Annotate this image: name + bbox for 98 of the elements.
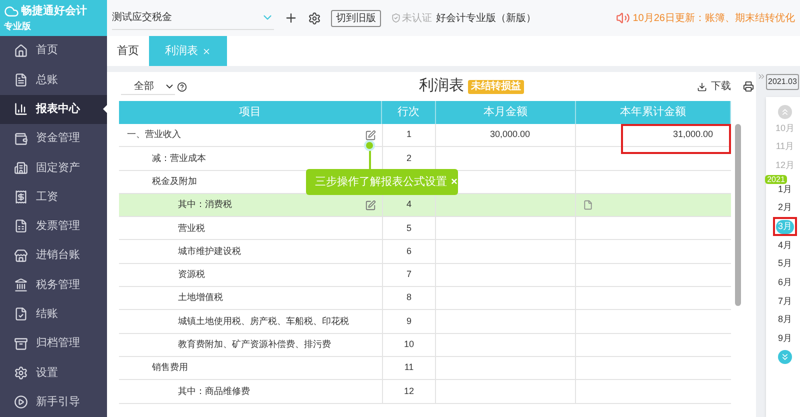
table-row[interactable]: 销售费用 11 xyxy=(119,356,731,380)
month-item[interactable]: 8月 xyxy=(773,310,797,330)
certification-status: 未认证 xyxy=(402,12,432,26)
sidebar-item[interactable]: 报表中心 xyxy=(0,94,107,124)
edition-label: 专业版 xyxy=(4,20,32,32)
month-item[interactable]: 6月 xyxy=(773,274,797,292)
year-badge: 2021 xyxy=(765,175,787,184)
line-number: 5 xyxy=(406,222,412,235)
sidebar-item[interactable]: 资金管理 xyxy=(0,124,107,154)
item-label: 城市维护建设税 xyxy=(177,244,241,258)
menu-icon xyxy=(14,190,28,204)
item-label: 城镇土地使用税、房产税、车船税、印花税 xyxy=(177,314,349,328)
speaker-icon xyxy=(616,11,630,25)
table-row[interactable]: 城镇土地使用税、房产税、车船税、印花税 9 xyxy=(119,310,731,334)
item-label: 土地增值税 xyxy=(177,291,223,304)
item-label: 减：营业成本 xyxy=(151,152,206,165)
sidebar-item[interactable]: 工资 xyxy=(0,182,107,212)
menu-icon xyxy=(14,44,28,58)
settings-icon[interactable] xyxy=(308,12,321,24)
month-amount: 30,000.00 xyxy=(490,128,530,142)
sidebar-item[interactable]: 归档管理 xyxy=(0,328,107,358)
month-item[interactable]: 7月 xyxy=(773,292,797,311)
close-icon[interactable] xyxy=(202,46,211,56)
menu-icon xyxy=(14,102,28,116)
menu-icon xyxy=(14,278,28,292)
menu-icon xyxy=(14,72,28,87)
item-label: 营业税 xyxy=(177,222,205,235)
line-number: 9 xyxy=(406,314,412,328)
table-row[interactable]: 一、营业收入 1 30,000.00 31,000.00 xyxy=(119,124,731,148)
page-tab[interactable]: 首页 xyxy=(107,36,149,66)
help-icon[interactable] xyxy=(177,82,187,92)
menu-icon xyxy=(14,307,28,322)
sidebar-item[interactable]: 新手引导 xyxy=(0,388,107,417)
download-icon[interactable] xyxy=(697,82,707,92)
table-row[interactable]: 城市维护建设税 6 xyxy=(119,240,731,264)
line-number: 2 xyxy=(406,152,412,165)
scroll-down-icon[interactable] xyxy=(778,350,792,364)
menu-icon xyxy=(14,336,28,351)
period-field[interactable]: 2021.03 xyxy=(766,74,799,90)
year-amount: 31,000.00 xyxy=(672,128,713,142)
add-icon[interactable] xyxy=(284,11,298,25)
month-item[interactable]: 5月 xyxy=(773,254,797,274)
filter-select[interactable]: 全部 xyxy=(121,78,175,94)
line-number: 12 xyxy=(404,384,414,398)
report-title: 利润表 xyxy=(419,76,464,96)
table-row[interactable]: 其中：消费税 4 xyxy=(119,194,731,218)
scrollbar[interactable] xyxy=(735,124,741,306)
table-row[interactable]: 土地增值税 8 xyxy=(119,287,731,310)
table-row[interactable]: 其中：商品维修费 12 xyxy=(119,380,731,404)
menu-icon xyxy=(14,219,28,234)
shield-icon xyxy=(391,13,401,23)
item-label: 其中：消费税 xyxy=(177,198,232,212)
guide-text: 三步操作了解报表公式设置 xyxy=(315,174,447,190)
sidebar-item[interactable]: 固定资产 xyxy=(0,153,107,182)
line-number: 11 xyxy=(404,361,414,374)
line-number: 7 xyxy=(406,268,412,282)
cloud-logo-icon xyxy=(4,4,19,19)
month-item[interactable]: 4月 xyxy=(773,236,797,255)
item-label: 销售费用 xyxy=(151,361,188,374)
line-number: 6 xyxy=(406,244,412,258)
status-badge: 未结转损益 xyxy=(468,80,524,94)
edit-formula-icon[interactable] xyxy=(365,200,376,211)
sidebar-item[interactable]: 税务管理 xyxy=(0,270,107,300)
line-number: 1 xyxy=(406,128,412,142)
item-label: 教育费附加、矿产资源补偿费、排污费 xyxy=(177,338,331,352)
month-item[interactable]: 2月 xyxy=(773,198,797,218)
line-number: 8 xyxy=(406,291,412,304)
document-icon[interactable] xyxy=(583,200,593,210)
menu-icon xyxy=(14,395,28,410)
account-select[interactable]: 测试应交税金 xyxy=(112,6,274,30)
item-label: 税金及附加 xyxy=(151,174,197,188)
line-number: 10 xyxy=(404,338,414,352)
table-row[interactable]: 教育费附加、矿产资源补偿费、排污费 10 xyxy=(119,334,731,357)
collapse-icon[interactable] xyxy=(756,72,766,81)
item-label: 资源税 xyxy=(177,268,205,282)
sidebar-item[interactable]: 结账 xyxy=(0,300,107,329)
brand-name: 畅捷通好会计 xyxy=(21,4,87,19)
menu-icon xyxy=(14,248,28,263)
sidebar-item[interactable]: 首页 xyxy=(0,36,107,66)
sidebar-item[interactable]: 总账 xyxy=(0,65,107,95)
switch-version-button[interactable]: 切到旧版 xyxy=(331,10,381,26)
table-row[interactable]: 营业税 5 xyxy=(119,217,731,240)
table-row[interactable]: 资源税 7 xyxy=(119,264,731,288)
menu-icon xyxy=(14,366,28,380)
menu-icon xyxy=(14,160,28,175)
table-row[interactable]: 减：营业成本 2 xyxy=(119,147,731,171)
sidebar-item[interactable]: 进销台账 xyxy=(0,241,107,270)
item-label: 一、营业收入 xyxy=(127,128,181,142)
item-label: 其中：商品维修费 xyxy=(177,384,250,398)
sidebar-item[interactable]: 发票管理 xyxy=(0,212,107,242)
month-item[interactable]: 9月 xyxy=(773,330,797,348)
print-icon[interactable] xyxy=(743,81,754,92)
sidebar-item[interactable]: 设置 xyxy=(0,358,107,388)
download-link[interactable]: 下载 xyxy=(711,79,731,94)
edit-formula-icon[interactable] xyxy=(365,130,376,141)
line-number: 4 xyxy=(406,198,412,212)
menu-icon xyxy=(14,132,28,146)
product-name: 好会计专业版（新版） xyxy=(436,12,536,26)
